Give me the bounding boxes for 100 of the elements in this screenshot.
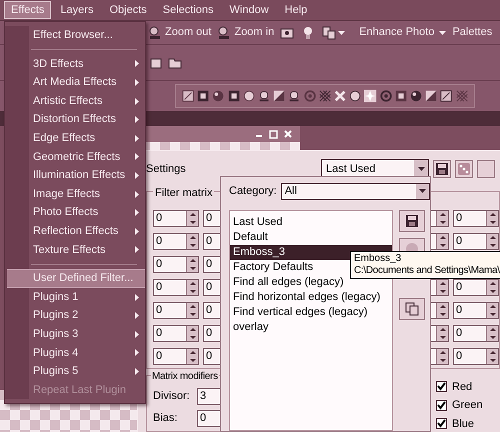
checkbox[interactable] xyxy=(436,381,447,392)
menu-item[interactable]: Geometric Effects xyxy=(7,148,145,166)
menu-item[interactable]: Image Effects xyxy=(7,184,145,204)
half-square-icon[interactable] xyxy=(273,89,286,103)
number-field[interactable]: 0 xyxy=(153,348,199,365)
number-field[interactable]: 0 xyxy=(153,256,199,273)
menu-item[interactable]: Artistic Effects xyxy=(7,92,145,110)
photo-icon[interactable] xyxy=(280,26,294,40)
save-preset-button[interactable] xyxy=(399,210,425,232)
menu-item[interactable]: Texture Effects xyxy=(7,240,145,260)
menu-item[interactable]: Distortion Effects xyxy=(7,110,145,129)
cross-icon[interactable] xyxy=(334,89,346,103)
spin-buttons[interactable] xyxy=(436,280,448,295)
preset-item[interactable]: Find vertical edges (legacy) xyxy=(230,305,392,320)
preset-item[interactable]: Default xyxy=(230,230,392,245)
menu-item[interactable]: Plugins 5 xyxy=(7,362,145,381)
spin-buttons[interactable] xyxy=(186,234,198,249)
number-field[interactable]: 0 xyxy=(453,324,499,342)
palettes-button[interactable]: Palettes xyxy=(452,24,492,41)
spin-buttons[interactable] xyxy=(186,348,198,364)
menu-item[interactable]: Layers xyxy=(53,1,100,19)
circle-icon[interactable] xyxy=(349,89,362,103)
dice-button[interactable] xyxy=(455,160,473,178)
preset-item[interactable]: Find horizontal edges (legacy) xyxy=(230,290,392,305)
checkbox[interactable] xyxy=(436,400,447,411)
number-field[interactable]: 0 xyxy=(453,210,499,227)
menu-item[interactable]: Help xyxy=(278,1,314,19)
number-field[interactable]: 0 xyxy=(153,232,199,250)
spin-buttons[interactable] xyxy=(436,326,448,341)
checkbox[interactable] xyxy=(436,418,447,430)
menu-item[interactable]: Plugins 4 xyxy=(7,344,145,362)
grid-icon[interactable] xyxy=(318,89,332,103)
spin-buttons[interactable] xyxy=(186,210,198,226)
cup-icon[interactable] xyxy=(288,89,301,103)
spin-buttons[interactable] xyxy=(186,256,198,272)
menu-item[interactable]: Objects xyxy=(102,1,154,19)
spin-buttons[interactable] xyxy=(486,348,498,364)
menu-item[interactable]: Effects xyxy=(4,1,52,19)
number-field[interactable]: 0 xyxy=(453,278,499,296)
menu-item[interactable]: Edge Effects xyxy=(7,128,145,148)
bulb-icon[interactable] xyxy=(302,26,314,40)
zoom-in-button[interactable]: Zoom in xyxy=(217,24,274,41)
spin-buttons[interactable] xyxy=(436,210,448,226)
enhance-photo-button[interactable]: Enhance Photo xyxy=(359,24,446,41)
number-field[interactable]: 0 xyxy=(153,210,199,227)
star-icon[interactable] xyxy=(364,89,377,103)
spin-buttons[interactable] xyxy=(486,210,498,226)
spin-buttons[interactable] xyxy=(186,302,198,318)
number-field[interactable]: 0 xyxy=(453,348,499,365)
spin-buttons[interactable] xyxy=(486,234,498,249)
preset-item[interactable]: overlay xyxy=(230,320,392,335)
preset-item[interactable]: Last Used xyxy=(230,215,392,230)
category-dropdown[interactable]: All xyxy=(280,182,430,200)
spin-buttons[interactable] xyxy=(486,280,498,295)
copy-button[interactable] xyxy=(399,298,425,320)
menu-item[interactable]: 3D Effects xyxy=(7,54,145,74)
menu-item[interactable]: Selections xyxy=(156,1,221,19)
menu-item[interactable]: Plugins 2 xyxy=(7,306,145,325)
cup-icon[interactable] xyxy=(258,89,270,103)
tooltip-path: C:\Documents and Settings\Mama\ xyxy=(354,265,500,277)
square-icon[interactable] xyxy=(197,89,210,103)
spin-buttons[interactable] xyxy=(436,234,448,249)
spin-buttons[interactable] xyxy=(486,326,498,341)
number-field[interactable]: 0 xyxy=(153,302,199,319)
spin-buttons[interactable] xyxy=(186,280,198,295)
save-preset-button[interactable] xyxy=(433,160,451,178)
number-field[interactable]: 0 xyxy=(153,278,199,296)
window-icon[interactable] xyxy=(150,56,162,68)
menu-item[interactable]: User Defined Filter... xyxy=(7,269,145,288)
maximize-icon[interactable] xyxy=(269,130,278,138)
preset-item[interactable]: Find all edges (legacy) xyxy=(230,275,392,290)
reset-button[interactable] xyxy=(477,160,495,178)
menu-item[interactable]: Effect Browser... xyxy=(7,26,145,45)
submenu-arrow-icon xyxy=(135,330,139,338)
ball-icon[interactable] xyxy=(212,89,225,103)
square-icon[interactable] xyxy=(394,89,408,103)
square-icon[interactable] xyxy=(228,89,240,103)
menu-item[interactable]: Window xyxy=(222,1,276,19)
number-field[interactable]: 0 xyxy=(153,324,199,342)
half-square-icon[interactable] xyxy=(425,89,438,103)
documents-icon[interactable] xyxy=(322,26,336,40)
menu-item[interactable]: Art Media Effects xyxy=(7,73,145,92)
menu-item[interactable]: Plugins 3 xyxy=(7,324,145,344)
menu-item[interactable]: Illumination Effects xyxy=(7,166,145,185)
menu-item[interactable]: Photo Effects xyxy=(7,203,145,222)
spin-buttons[interactable] xyxy=(436,348,448,364)
number-field[interactable]: 0 xyxy=(453,302,499,319)
frame-icon[interactable] xyxy=(440,89,453,103)
menu-item[interactable]: Reflection Effects xyxy=(7,222,145,241)
spin-buttons[interactable] xyxy=(186,326,198,341)
spin-buttons[interactable] xyxy=(486,302,498,318)
circle-icon[interactable] xyxy=(242,89,256,103)
folder-icon[interactable] xyxy=(168,56,182,68)
zoom-out-button[interactable]: Zoom out xyxy=(148,24,212,41)
close-icon[interactable] xyxy=(284,130,292,138)
number-field[interactable]: 0 xyxy=(453,232,499,250)
spin-buttons[interactable] xyxy=(436,302,448,318)
ball-icon[interactable] xyxy=(410,89,422,103)
menu-item[interactable]: Plugins 1 xyxy=(7,288,145,306)
frame-icon[interactable] xyxy=(182,89,194,103)
